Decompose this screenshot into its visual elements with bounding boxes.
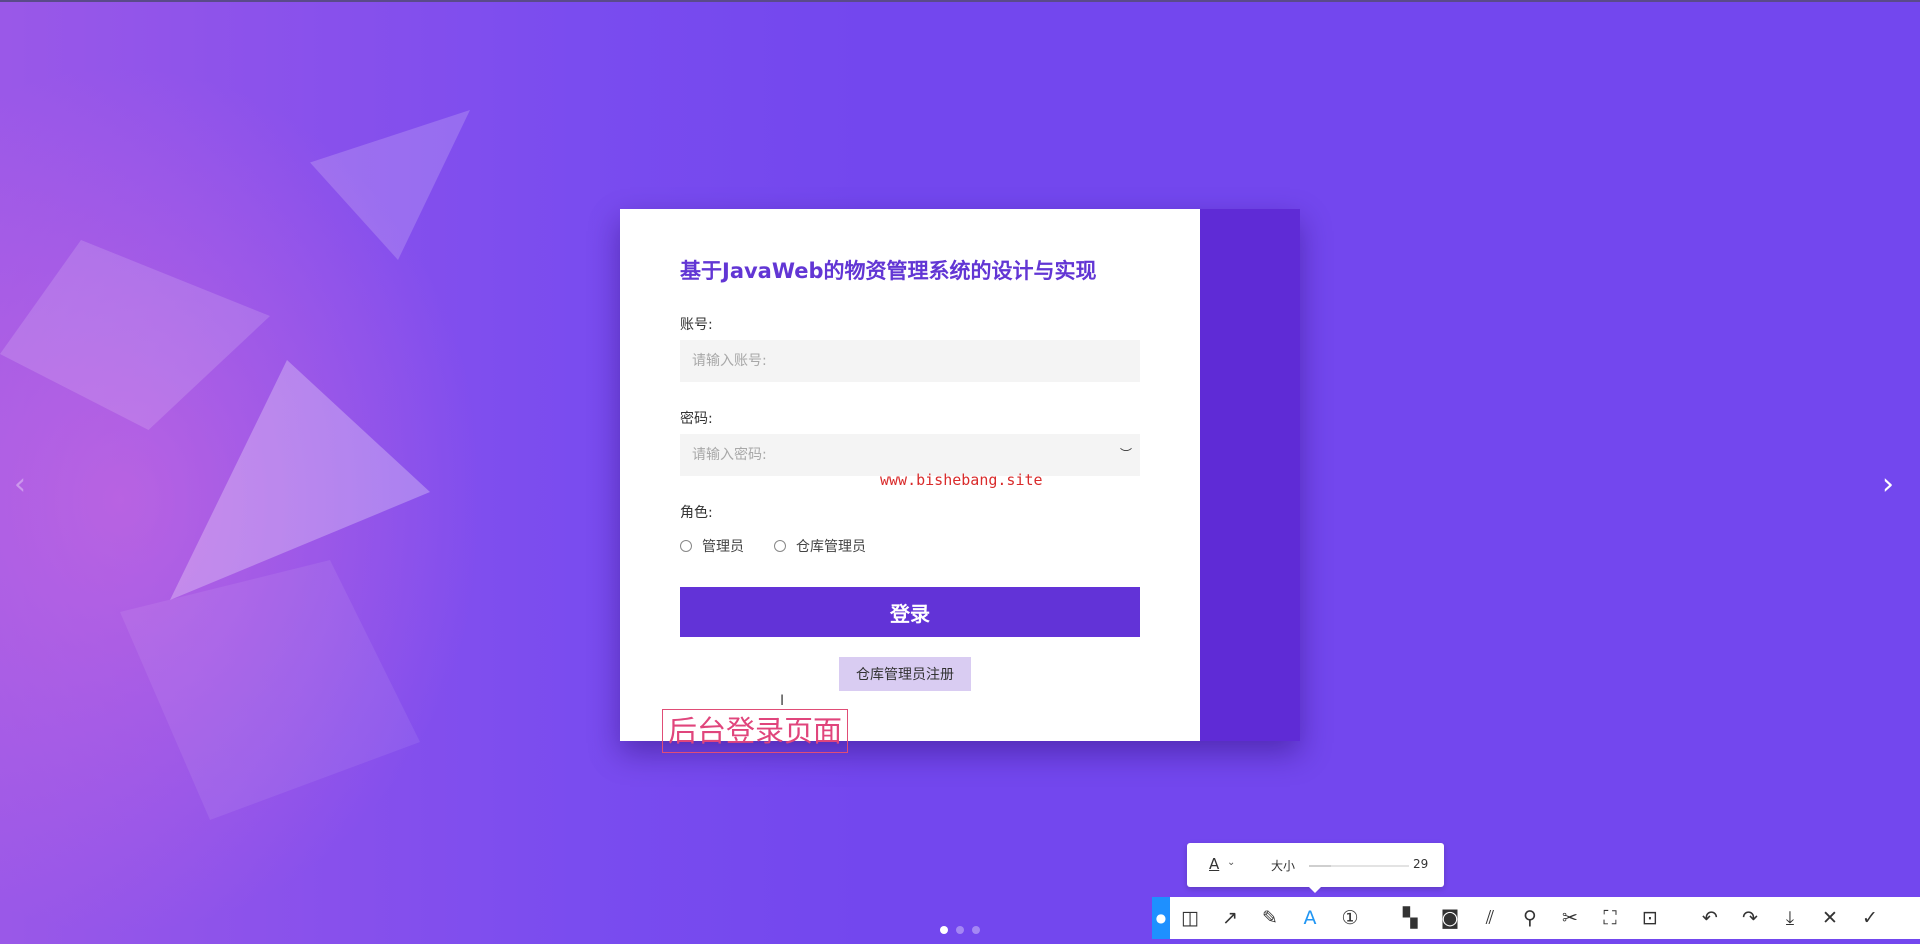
bg-shard: [310, 110, 470, 260]
carousel-dot[interactable]: [972, 926, 980, 934]
radio-admin-label[interactable]: 管理员: [702, 536, 744, 556]
carousel-prev-icon[interactable]: ‹: [14, 470, 26, 500]
hatch-icon[interactable]: ⫽: [1470, 897, 1510, 939]
password-label: 密码:: [680, 411, 713, 427]
account-label: 账号:: [680, 317, 713, 333]
pen-icon[interactable]: ✎: [1250, 897, 1290, 939]
top-border: [0, 0, 1920, 2]
bg-shard: [170, 360, 430, 600]
annotation-textbox[interactable]: 后台登录页面: [662, 709, 848, 753]
login-button[interactable]: 登录: [680, 587, 1140, 637]
panel-caret: [1309, 887, 1321, 893]
pin-side-icon[interactable]: ●: [1152, 897, 1170, 939]
password-input[interactable]: [680, 434, 1140, 476]
ocr-icon[interactable]: ⊡: [1630, 897, 1670, 939]
translate-icon[interactable]: ⛶: [1590, 897, 1630, 939]
text-size-panel: A ⌄ 大小 29: [1187, 843, 1444, 887]
text-icon[interactable]: A: [1290, 897, 1330, 939]
register-button[interactable]: 仓库管理员注册: [839, 657, 971, 691]
screenshot-toolbar: ● ◫ ↗ ✎ A ① ▚ ◙ ⫽ ⚲ ✂ ⛶ ⊡ ↶ ↷ ⤓ ✕ ✓: [1152, 897, 1920, 939]
scissors-icon[interactable]: ✂: [1550, 897, 1590, 939]
carousel-next-icon[interactable]: ›: [1882, 470, 1894, 500]
login-card: 基于JavaWeb的物资管理系统的设计与实现 账号: 密码: ︶ www.bis…: [620, 209, 1300, 753]
chevron-down-icon[interactable]: ⌄: [1227, 857, 1235, 868]
close-icon[interactable]: ✕: [1810, 897, 1850, 939]
carousel-indicator: [940, 926, 980, 934]
role-radio-group: 管理员 仓库管理员: [680, 536, 896, 556]
size-slider-fill: [1309, 865, 1331, 867]
undo-icon[interactable]: ↶: [1690, 897, 1730, 939]
blur-icon[interactable]: ◙: [1430, 897, 1470, 939]
size-label: 大小: [1271, 859, 1296, 873]
account-input[interactable]: [680, 340, 1140, 382]
radio-warehouse-admin-label[interactable]: 仓库管理员: [796, 536, 866, 556]
watermark-text: www.bishebang.site: [880, 471, 1043, 489]
arrow-icon[interactable]: ↗: [1210, 897, 1250, 939]
bg-shard: [0, 240, 270, 430]
number-icon[interactable]: ①: [1330, 897, 1370, 939]
radio-warehouse-admin[interactable]: [774, 540, 786, 552]
redo-icon[interactable]: ↷: [1730, 897, 1770, 939]
text-cursor-icon: Ⅰ: [780, 693, 785, 709]
carousel-dot[interactable]: [956, 926, 964, 934]
font-color-icon[interactable]: A: [1209, 855, 1219, 873]
login-form: 基于JavaWeb的物资管理系统的设计与实现 账号: 密码: ︶ www.bis…: [620, 209, 1200, 753]
shape-icon[interactable]: ◫: [1170, 897, 1210, 939]
role-label: 角色:: [680, 505, 713, 521]
carousel-dot[interactable]: [940, 926, 948, 934]
confirm-icon[interactable]: ✓: [1850, 897, 1890, 939]
page-title: 基于JavaWeb的物资管理系统的设计与实现: [680, 259, 1097, 283]
size-value: 29: [1413, 857, 1429, 871]
download-icon[interactable]: ⤓: [1770, 897, 1810, 939]
bg-shard: [120, 560, 420, 820]
pin-icon[interactable]: ⚲: [1510, 897, 1550, 939]
eye-closed-icon[interactable]: ︶: [1120, 445, 1132, 462]
radio-admin[interactable]: [680, 540, 692, 552]
mosaic-icon[interactable]: ▚: [1390, 897, 1430, 939]
